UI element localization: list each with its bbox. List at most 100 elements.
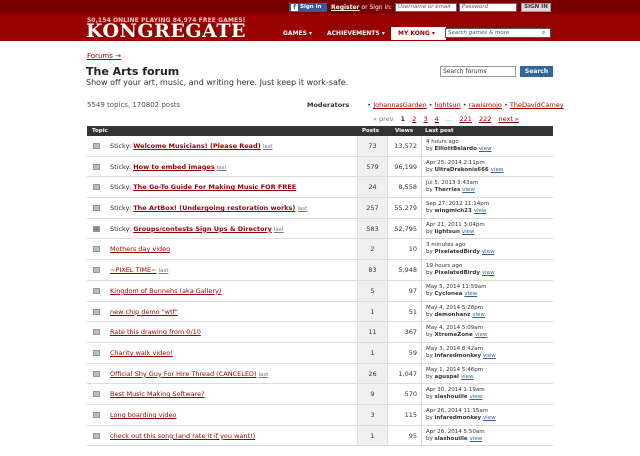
- topic-link[interactable]: Welcome Musicians! (Please Read): [133, 142, 260, 150]
- posts-count: 1: [357, 301, 387, 322]
- topic-link[interactable]: Rate this drawing from 0/10: [110, 328, 201, 336]
- pagination-page[interactable]: 221: [459, 115, 471, 123]
- view-last-post-link[interactable]: view: [461, 374, 474, 380]
- topic-icon: [93, 391, 100, 398]
- last-post-user[interactable]: PixelatedBirdy: [435, 249, 480, 255]
- last-page-link[interactable]: last: [217, 165, 227, 171]
- register-link[interactable]: Register: [331, 4, 360, 11]
- topic-status-cell: [87, 426, 105, 446]
- breadcrumb: Forums →: [87, 52, 121, 60]
- pagination-page[interactable]: 3: [423, 115, 427, 123]
- search-icon[interactable]: ⌕: [542, 30, 549, 36]
- topic-icon: [93, 349, 100, 356]
- view-last-post-link[interactable]: view: [462, 187, 475, 193]
- view-last-post-link[interactable]: view: [462, 229, 475, 235]
- forum-search-button[interactable]: Search: [520, 66, 553, 77]
- topic-link[interactable]: Long boarding video: [110, 411, 176, 419]
- last-post-user[interactable]: slashouille: [435, 394, 468, 400]
- topic-icon: [93, 370, 100, 377]
- topic-status-cell: [87, 364, 105, 384]
- forum-search-input[interactable]: Search forums: [440, 66, 516, 77]
- topic-status-cell: [87, 302, 105, 322]
- topic-icon: [93, 205, 100, 212]
- topic-link[interactable]: Mothers day video: [110, 245, 170, 253]
- last-post-user[interactable]: demonhanz: [435, 312, 471, 318]
- moderator-link[interactable]: TheDavidCarney: [510, 101, 564, 109]
- view-last-post-link[interactable]: view: [482, 249, 495, 255]
- username-input[interactable]: Username or email: [395, 3, 457, 12]
- posts-count: 257: [357, 198, 387, 218]
- breadcrumb-forums-link[interactable]: Forums: [87, 52, 113, 60]
- views-count: 8,558: [387, 177, 421, 198]
- topic-link[interactable]: new chip demo "wtf": [110, 308, 178, 316]
- last-post-user[interactable]: ElliottBelardo: [435, 146, 477, 152]
- topic-link[interactable]: The ArtBox! (Undergoing restoration work…: [133, 204, 295, 212]
- last-post-user[interactable]: aguspal: [435, 374, 459, 380]
- view-last-post-link[interactable]: view: [472, 312, 485, 318]
- nav-achievements[interactable]: ACHIEVEMENTS ▾: [320, 27, 394, 40]
- topic-link[interactable]: Best Music Making Software?: [110, 390, 205, 398]
- last-page-link[interactable]: last: [258, 372, 268, 378]
- sticky-label: Sticky:: [110, 142, 134, 150]
- view-last-post-link[interactable]: view: [479, 146, 492, 152]
- pagination-next[interactable]: next »: [498, 115, 518, 123]
- signin-button[interactable]: SIGN IN: [521, 3, 551, 12]
- topic-link[interactable]: Kingdom of Bunnehs (aka Gallery): [110, 287, 221, 295]
- last-post-user[interactable]: infaredmonkey: [435, 415, 482, 421]
- views-count: 10: [387, 239, 421, 260]
- nav-mykong[interactable]: MY KONG ▾: [391, 27, 446, 40]
- table-row: Kingdom of Bunnehs (aka Gallery) 5 97 May 5…: [87, 280, 553, 302]
- last-page-link[interactable]: last: [297, 206, 307, 212]
- kongregate-logo[interactable]: KONGREGATE: [86, 22, 246, 41]
- table-row: Official Shy Guy For Hire Thread (CANCEL…: [87, 363, 553, 385]
- pagination-page[interactable]: 4: [435, 115, 439, 123]
- last-post-user[interactable]: lightsun: [435, 229, 460, 235]
- pagination-page[interactable]: 222: [479, 115, 491, 123]
- last-post-date: Apr 25, 2014 2:11pm: [426, 159, 485, 166]
- last-post-user[interactable]: infaredmonkey: [435, 353, 482, 359]
- topic-link[interactable]: Official Shy Guy For Hire Thread (CANCEL…: [110, 370, 256, 378]
- header-posts: Posts: [362, 128, 379, 134]
- topic-icon: [93, 329, 100, 336]
- view-last-post-link[interactable]: view: [470, 394, 483, 400]
- moderator-link[interactable]: JohannasGarden: [373, 101, 426, 109]
- topic-status-cell: [87, 260, 105, 280]
- topic-link[interactable]: Groups/contests Sign Ups & Directory: [133, 225, 272, 233]
- pagination-page[interactable]: 2: [412, 115, 416, 123]
- lock-icon: [93, 225, 100, 232]
- last-post-user[interactable]: wingmich23: [435, 208, 472, 214]
- pagination: « prev 1 2 3 4 … 221 222 next »: [373, 115, 524, 123]
- topic-link[interactable]: How to embed images: [133, 163, 215, 171]
- last-page-link[interactable]: last: [263, 144, 273, 150]
- last-post-user[interactable]: Cyclonea: [435, 291, 463, 297]
- view-last-post-link[interactable]: view: [483, 415, 496, 421]
- topic-link[interactable]: ~PIXEL TIME~: [110, 266, 157, 274]
- view-last-post-link[interactable]: view: [470, 436, 483, 442]
- last-post-cell: May 4, 2014 5:28pm by demonhanz view: [421, 301, 553, 322]
- topic-link[interactable]: check out this song (and rate it if you …: [110, 432, 255, 440]
- password-input[interactable]: Password: [459, 3, 517, 12]
- last-post-user[interactable]: slashouille: [435, 436, 468, 442]
- nav-games[interactable]: GAMES ▾: [276, 27, 314, 40]
- view-last-post-link[interactable]: view: [475, 332, 488, 338]
- view-last-post-link[interactable]: view: [482, 270, 495, 276]
- view-last-post-link[interactable]: view: [464, 291, 477, 297]
- last-page-link[interactable]: last: [274, 227, 284, 233]
- topic-cell: Official Shy Guy For Hire Thread (CANCEL…: [105, 364, 357, 384]
- last-page-link[interactable]: last: [159, 268, 169, 274]
- site-search-input[interactable]: Search games & more ⌕: [445, 28, 551, 38]
- moderator-link[interactable]: lightsun: [435, 101, 461, 109]
- last-post-user[interactable]: UltraDrakonis666: [435, 167, 489, 173]
- last-post-user[interactable]: Therries: [435, 187, 461, 193]
- views-count: 51: [387, 301, 421, 322]
- moderator-link[interactable]: rawismojo: [469, 101, 502, 109]
- last-post-user[interactable]: PixelatedBirdy: [435, 270, 480, 276]
- last-post-cell: Apr 30, 2014 1:19am by slashouille view: [421, 384, 553, 404]
- topic-link[interactable]: The Go-To Guide For Making Music FOR FRE…: [133, 183, 296, 191]
- last-post-user[interactable]: XtremeZone: [435, 332, 473, 338]
- view-last-post-link[interactable]: view: [491, 167, 504, 173]
- view-last-post-link[interactable]: view: [483, 353, 496, 359]
- view-last-post-link[interactable]: view: [474, 208, 487, 214]
- topic-link[interactable]: Charity walk video!: [110, 349, 173, 357]
- facebook-signin-button[interactable]: f Sign in: [289, 3, 327, 12]
